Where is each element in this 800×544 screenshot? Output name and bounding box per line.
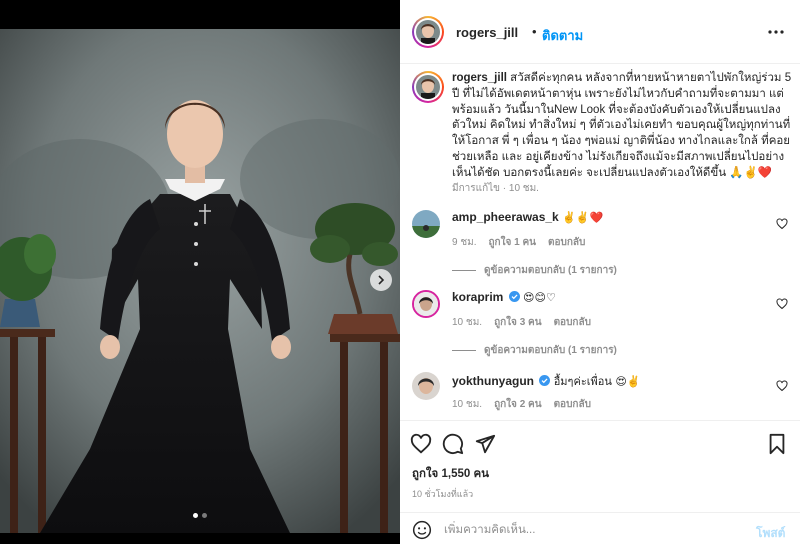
more-icon[interactable]	[766, 22, 786, 42]
carousel-indicator	[0, 513, 400, 518]
avatar[interactable]	[412, 16, 444, 48]
comment-input[interactable]	[444, 521, 734, 539]
comment-avatar[interactable]	[412, 210, 440, 238]
header-username[interactable]: rogers_jill	[456, 25, 518, 40]
view-replies-label: ดูข้อความตอบกลับ (1 รายการ)	[484, 265, 617, 276]
bookmark-icon[interactable]	[766, 433, 788, 455]
heart-icon[interactable]	[776, 298, 788, 310]
post-caption: rogers_jill สวัสดีค่ะทุกคน หลังจากที่หาย…	[452, 71, 792, 182]
comment-likes[interactable]: ถูกใจ 2 คน	[494, 397, 542, 412]
post-header: rogers_jill • ติดตาม	[400, 0, 800, 64]
comment-avatar[interactable]	[412, 372, 440, 400]
avatar-image	[416, 20, 440, 44]
comment-meta: 10 ชม. ถูกใจ 2 คน ตอบกลับ	[452, 397, 591, 412]
comment-time: 10 ชม.	[452, 317, 483, 328]
verified-icon	[539, 375, 551, 386]
avatar-image	[416, 75, 440, 99]
caption-meta: มีการแก้ไข · 10 ชม.	[452, 183, 539, 194]
heart-icon[interactable]	[776, 218, 788, 230]
comment-text: ✌️✌️❤️	[562, 211, 604, 224]
next-arrow-icon[interactable]	[370, 269, 392, 291]
post-media[interactable]	[0, 0, 400, 544]
reply-button[interactable]: ตอบกลับ	[548, 235, 585, 250]
heart-icon[interactable]	[776, 380, 788, 392]
comment-time: 10 ชม.	[452, 399, 483, 410]
view-replies-button[interactable]: ดูข้อความตอบกลับ (1 รายการ)	[452, 343, 617, 358]
carousel-dot-active	[193, 513, 198, 518]
post-panel: rogers_jill • ติดตาม rogers_jill สวัสดีค…	[400, 0, 800, 544]
caption-body: สวัสดีค่ะทุกคน หลังจากที่หายหน้าหายตาไปพ…	[452, 72, 792, 179]
comment-meta: 9 ชม. ถูกใจ 1 คน ตอบกลับ	[452, 235, 585, 250]
comment-avatar[interactable]	[412, 290, 440, 318]
post-timestamp: 10 ชั่วโมงที่แล้ว	[412, 489, 474, 499]
caption-avatar[interactable]	[412, 71, 444, 103]
comment-body: amp_pheerawas_k ✌️✌️❤️	[452, 210, 762, 224]
reply-button[interactable]: ตอบกลับ	[554, 315, 591, 330]
comment-composer: โพสต์	[400, 512, 800, 544]
post-comment-button[interactable]: โพสต์	[756, 524, 785, 543]
comment-body: yokthunyagun อื้มๆค่ะเพื่อน 😍✌️	[452, 372, 762, 390]
comment-icon[interactable]	[442, 433, 464, 455]
comment-time: 9 ชม.	[452, 237, 477, 248]
likes-count[interactable]: ถูกใจ 1,550 คน	[412, 465, 489, 483]
share-icon[interactable]	[474, 433, 496, 455]
emoji-icon[interactable]	[412, 520, 432, 540]
comment-body: koraprim 😍😊♡	[452, 290, 762, 304]
comment-username[interactable]: amp_pheerawas_k	[452, 210, 559, 224]
view-replies-label: ดูข้อความตอบกลับ (1 รายการ)	[484, 345, 617, 356]
comment-likes[interactable]: ถูกใจ 1 คน	[489, 235, 537, 250]
comment-meta: 10 ชม. ถูกใจ 3 คน ตอบกลับ	[452, 315, 591, 330]
heart-icon[interactable]	[410, 433, 432, 455]
comment-username[interactable]: yokthunyagun	[452, 374, 534, 388]
caption-username[interactable]: rogers_jill	[452, 72, 507, 84]
post-photo	[0, 29, 400, 533]
comment-text: อื้มๆค่ะเพื่อน 😍✌️	[553, 375, 641, 388]
view-replies-button[interactable]: ดูข้อความตอบกลับ (1 รายการ)	[452, 263, 617, 278]
carousel-dot	[202, 513, 207, 518]
comment-likes[interactable]: ถูกใจ 3 คน	[494, 315, 542, 330]
comment-username[interactable]: koraprim	[452, 290, 503, 304]
comment-text: 😍😊♡	[523, 291, 556, 304]
header-separator: •	[532, 24, 537, 39]
follow-button[interactable]: ติดตาม	[542, 25, 583, 46]
reply-button[interactable]: ตอบกลับ	[554, 397, 591, 412]
verified-icon	[508, 291, 520, 302]
